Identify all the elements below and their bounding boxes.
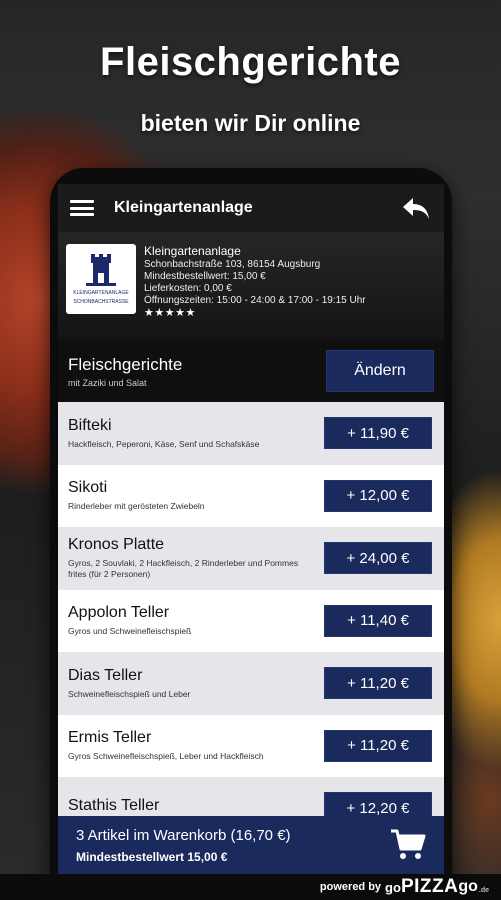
- item-description: Rinderleber mit gerösteten Zwiebeln: [68, 501, 205, 512]
- item-name: Bifteki: [68, 416, 112, 434]
- item-description: Gyros und Schweinefleischspieß: [68, 626, 192, 637]
- category-subtitle: mit Zaziki und Salat: [68, 377, 147, 388]
- store-hours: Öffnungszeiten: 15:00 - 24:00 & 17:00 - …: [144, 295, 366, 306]
- footer-domain: .de: [478, 886, 489, 894]
- list-item: Ermis Teller Gyros Schweinefleischspieß,…: [58, 714, 444, 777]
- item-name: Kronos Platte: [68, 536, 165, 554]
- item-name: Dias Teller: [68, 666, 143, 684]
- powered-by-text: powered by: [319, 881, 382, 893]
- cart-bar[interactable]: 3 Artikel im Warenkorb (16,70 €) Mindest…: [58, 816, 444, 874]
- powered-by-footer: powered by go PIZZA go .de: [0, 874, 501, 900]
- category-title: Fleischgerichte: [68, 354, 183, 374]
- store-header: KLEINGARTENANLAGE SCHONBACHSTRASSE Klein…: [58, 232, 444, 340]
- store-delivery-cost: Lieferkosten: 0,00 €: [144, 283, 232, 294]
- item-description: Gyros, 2 Souvlaki, 2 Hackfleisch, 2 Rind…: [68, 558, 299, 580]
- back-arrow-icon[interactable]: [400, 194, 432, 222]
- item-name: Sikoti: [68, 479, 108, 497]
- store-address: Schonbachstraße 103, 86154 Augsburg: [144, 259, 321, 270]
- add-item-button[interactable]: + 11,90 €: [324, 417, 432, 450]
- cart-summary: 3 Artikel im Warenkorb (16,70 €): [76, 826, 291, 844]
- list-item: Dias Teller Schweinefleischspieß und Leb…: [58, 652, 444, 715]
- list-item: Appolon Teller Gyros und Schweinefleisch…: [58, 589, 444, 652]
- list-item: Sikoti Rinderleber mit gerösteten Zwiebe…: [58, 464, 444, 527]
- item-description: Hackfleisch, Peperoni, Käse, Senf und Sc…: [68, 438, 260, 449]
- footer-brand-go: go: [458, 878, 478, 895]
- promo-headline: Fleischgerichte: [100, 40, 401, 84]
- list-item: Bifteki Hackfleisch, Peperoni, Käse, Sen…: [58, 402, 444, 465]
- add-item-button[interactable]: + 11,20 €: [324, 667, 432, 700]
- hamburger-icon[interactable]: [70, 200, 94, 216]
- add-item-button[interactable]: + 12,00 €: [324, 479, 432, 512]
- store-name: Kleingartenanlage: [144, 244, 241, 258]
- logo-text-2: SCHONBACHSTRASSE: [73, 299, 129, 305]
- add-item-button[interactable]: + 11,20 €: [324, 729, 432, 762]
- footer-go-text: go: [385, 879, 401, 895]
- app-bar-title: Kleingartenanlage: [114, 199, 253, 216]
- tower-icon: [86, 254, 116, 286]
- add-item-button[interactable]: + 11,40 €: [324, 604, 432, 637]
- footer-brand: PIZZA: [400, 876, 459, 897]
- list-item: Kronos Platte Gyros, 2 Souvlaki, 2 Hackf…: [58, 527, 444, 590]
- item-name: Ermis Teller: [68, 729, 152, 747]
- logo-text-1: KLEINGARTENANLAGE: [73, 290, 129, 296]
- app-screen: Kleingartenanlage KLEINGARTENANLAGE SCHO…: [58, 184, 444, 874]
- item-name: Appolon Teller: [68, 604, 170, 622]
- promo-subline: bieten wir Dir online: [140, 110, 361, 136]
- store-min-order: Mindestbestellwert: 15,00 €: [144, 271, 266, 282]
- rating-stars: ★★★★★: [144, 307, 196, 319]
- app-bar: Kleingartenanlage: [58, 184, 444, 232]
- cart-min-order: Mindestbestellwert 15,00 €: [76, 849, 228, 864]
- menu-list: Bifteki Hackfleisch, Peperoni, Käse, Sen…: [58, 402, 444, 840]
- store-logo: KLEINGARTENANLAGE SCHONBACHSTRASSE: [66, 244, 136, 314]
- shopping-cart-icon[interactable]: [390, 828, 426, 862]
- store-info: Kleingartenanlage Schonbachstraße 103, 8…: [144, 244, 366, 328]
- item-name: Stathis Teller: [68, 797, 160, 815]
- category-header: Fleischgerichte mit Zaziki und Salat Änd…: [58, 340, 444, 402]
- item-description: Schweinefleischspieß und Leber: [68, 688, 191, 699]
- item-description: Gyros Schweinefleischspieß, Leber und Ha…: [68, 751, 264, 762]
- add-item-button[interactable]: + 24,00 €: [324, 542, 432, 575]
- change-button[interactable]: Ändern: [326, 350, 434, 392]
